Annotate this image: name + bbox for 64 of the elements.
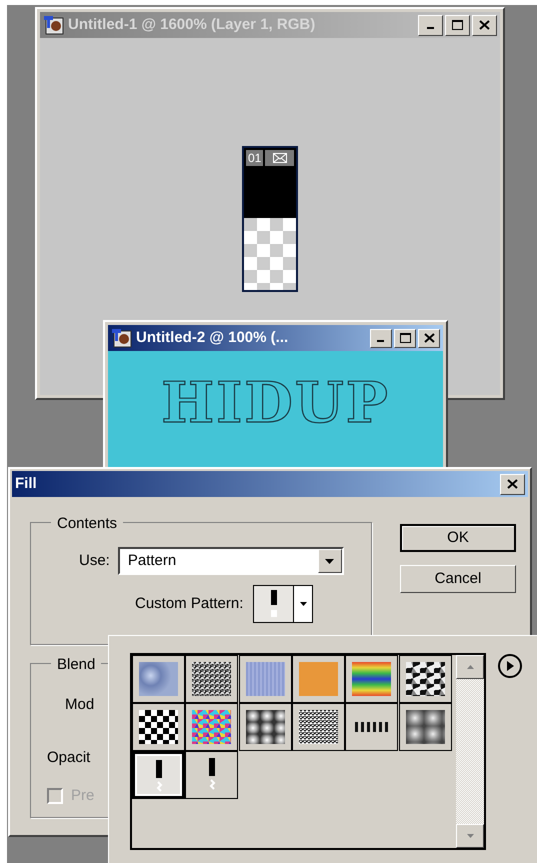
envelope-icon	[272, 153, 287, 163]
dropdown-arrow-icon	[325, 558, 334, 564]
pattern-preview	[139, 662, 178, 696]
pattern-swatch[interactable]	[238, 703, 292, 751]
pattern-swatch[interactable]	[345, 655, 398, 703]
close-button[interactable]	[500, 474, 525, 494]
pattern-preview	[192, 662, 232, 696]
pattern-swatch[interactable]	[292, 703, 345, 751]
pattern-preview	[139, 710, 178, 744]
slice-number: 01	[246, 150, 264, 166]
vertical-scrollbar[interactable]	[456, 655, 484, 848]
play-icon	[506, 661, 514, 671]
minimize-button[interactable]	[370, 328, 392, 348]
pattern-swatch[interactable]	[185, 655, 238, 703]
pattern-swatch[interactable]	[292, 655, 345, 703]
pattern-swatch[interactable]	[345, 703, 398, 751]
selected-text-outline: HIDUP	[161, 375, 390, 431]
close-icon	[479, 20, 490, 30]
pattern-preview	[298, 710, 338, 744]
dialog-title: Fill	[15, 474, 37, 494]
pattern-preview	[298, 662, 338, 696]
dialog-button[interactable]: Cancel	[400, 565, 516, 593]
scroll-up-icon	[466, 665, 474, 669]
scroll-up-button[interactable]	[456, 655, 484, 679]
maximize-button[interactable]	[394, 328, 416, 348]
pattern-preview	[352, 662, 392, 696]
transparency-checkerboard	[244, 218, 296, 290]
use-label: Use:	[79, 550, 110, 571]
pattern-picker-button[interactable]	[253, 585, 314, 623]
custom-pattern-label: Custom Pattern:	[135, 594, 244, 614]
caret-icon	[300, 602, 307, 606]
scroll-down-icon	[466, 834, 474, 838]
dropdown-value: Pattern	[128, 550, 176, 571]
pattern-swatch[interactable]	[132, 655, 185, 703]
pattern-preview	[406, 662, 445, 696]
mode-label: Mod	[65, 695, 96, 715]
minimize-button[interactable]	[418, 14, 443, 36]
pattern-preview	[246, 710, 285, 744]
picker-menu-button[interactable]	[498, 654, 522, 678]
pattern-swatch[interactable]	[185, 703, 238, 751]
maximize-icon	[452, 20, 463, 30]
pattern-preview	[246, 662, 285, 696]
custom-pattern-drawing	[270, 590, 278, 618]
close-icon	[507, 479, 518, 489]
dialog-button[interactable]: OK	[400, 524, 516, 552]
pattern-preview	[192, 710, 232, 744]
pattern-swatch[interactable]	[398, 655, 452, 703]
maximize-button[interactable]	[445, 14, 470, 36]
pattern-swatch[interactable]	[132, 703, 185, 751]
window-title: Untitled-2 @ 100% (...	[136, 328, 288, 348]
close-button[interactable]	[472, 14, 497, 36]
pattern-swatch[interactable]	[398, 703, 452, 751]
pattern-swatch[interactable]	[132, 751, 185, 799]
close-icon	[424, 333, 434, 343]
maximize-icon	[400, 333, 410, 343]
scroll-down-button[interactable]	[456, 824, 484, 848]
pattern-preview	[406, 710, 445, 744]
app-icon	[111, 328, 133, 348]
pattern-swatch[interactable]	[238, 655, 292, 703]
pattern-swatch[interactable]	[185, 751, 238, 799]
opacity-label: Opacit	[47, 748, 92, 768]
use-dropdown[interactable]: Pattern	[118, 547, 344, 575]
app-icon	[43, 15, 65, 35]
close-button[interactable]	[418, 328, 440, 348]
